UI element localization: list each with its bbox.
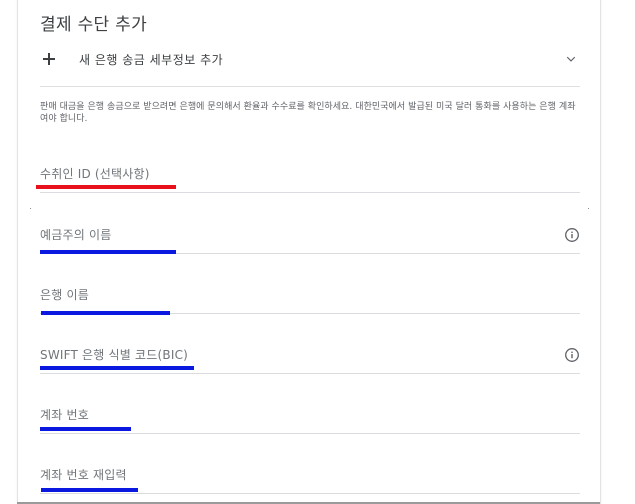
payee-id-underline [40, 192, 580, 193]
highlight-account-holder [40, 250, 176, 254]
section-divider [40, 86, 580, 87]
highlight-payee-id [36, 185, 176, 189]
stray-pixel [30, 208, 31, 209]
swift-code-underline [40, 373, 580, 374]
account-number-confirm-label: 계좌 번호 재입력 [40, 468, 127, 482]
chevron-down-icon[interactable] [562, 50, 580, 68]
add-bank-transfer-label: 새 은행 송금 세부정보 추가 [79, 52, 224, 67]
highlight-swift-code [40, 366, 194, 370]
highlight-bank-name [41, 311, 170, 315]
stray-pixel [588, 208, 589, 209]
highlight-account-number-confirm [41, 488, 138, 492]
page-title: 결제 수단 추가 [40, 15, 148, 35]
info-icon[interactable] [564, 227, 580, 243]
swift-code-label: SWIFT 은행 식별 코드(BIC) [40, 348, 189, 362]
bank-name-field[interactable]: 은행 이름 [40, 286, 580, 314]
account-holder-label: 예금주의 이름 [40, 228, 112, 242]
payee-id-label: 수취인 ID (선택사항) [40, 167, 150, 181]
plus-icon [40, 50, 58, 68]
bank-transfer-info-text: 판매 대금을 은행 송금으로 받으려면 은행에 문의해서 환율과 수수료를 확인… [40, 102, 576, 124]
highlight-account-number [40, 427, 131, 431]
info-icon[interactable] [564, 347, 580, 363]
account-number-label: 계좌 번호 [40, 408, 89, 422]
account-number-confirm-underline [40, 493, 580, 494]
account-number-underline [40, 433, 580, 434]
add-bank-transfer-row[interactable]: 새 은행 송금 세부정보 추가 [40, 44, 580, 74]
bank-name-label: 은행 이름 [40, 288, 89, 302]
